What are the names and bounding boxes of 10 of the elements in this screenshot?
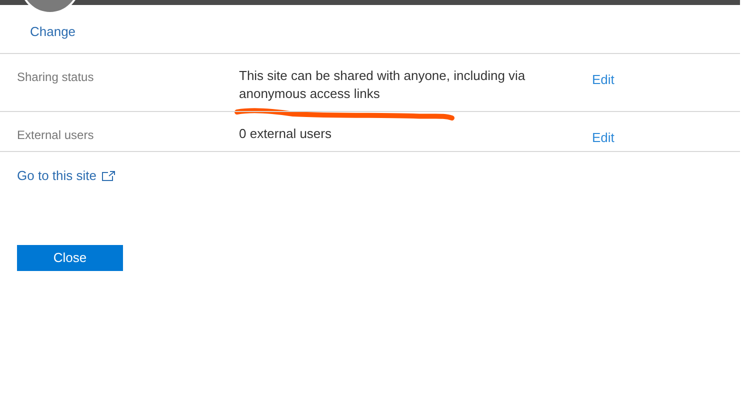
row-value: 0 external users [239, 125, 332, 143]
change-link[interactable]: Change [30, 24, 76, 39]
edit-link[interactable]: Edit [592, 54, 614, 90]
edit-link[interactable]: Edit [592, 112, 614, 148]
row-value: This site can be shared with anyone, including via anonymous access links [239, 67, 526, 103]
site-link[interactable]: Go to this site [17, 166, 116, 186]
external-link-icon [102, 170, 116, 181]
close-button[interactable]: Close [17, 245, 123, 271]
row-label: Sharing status [17, 69, 95, 86]
row-label: External users [17, 127, 95, 144]
